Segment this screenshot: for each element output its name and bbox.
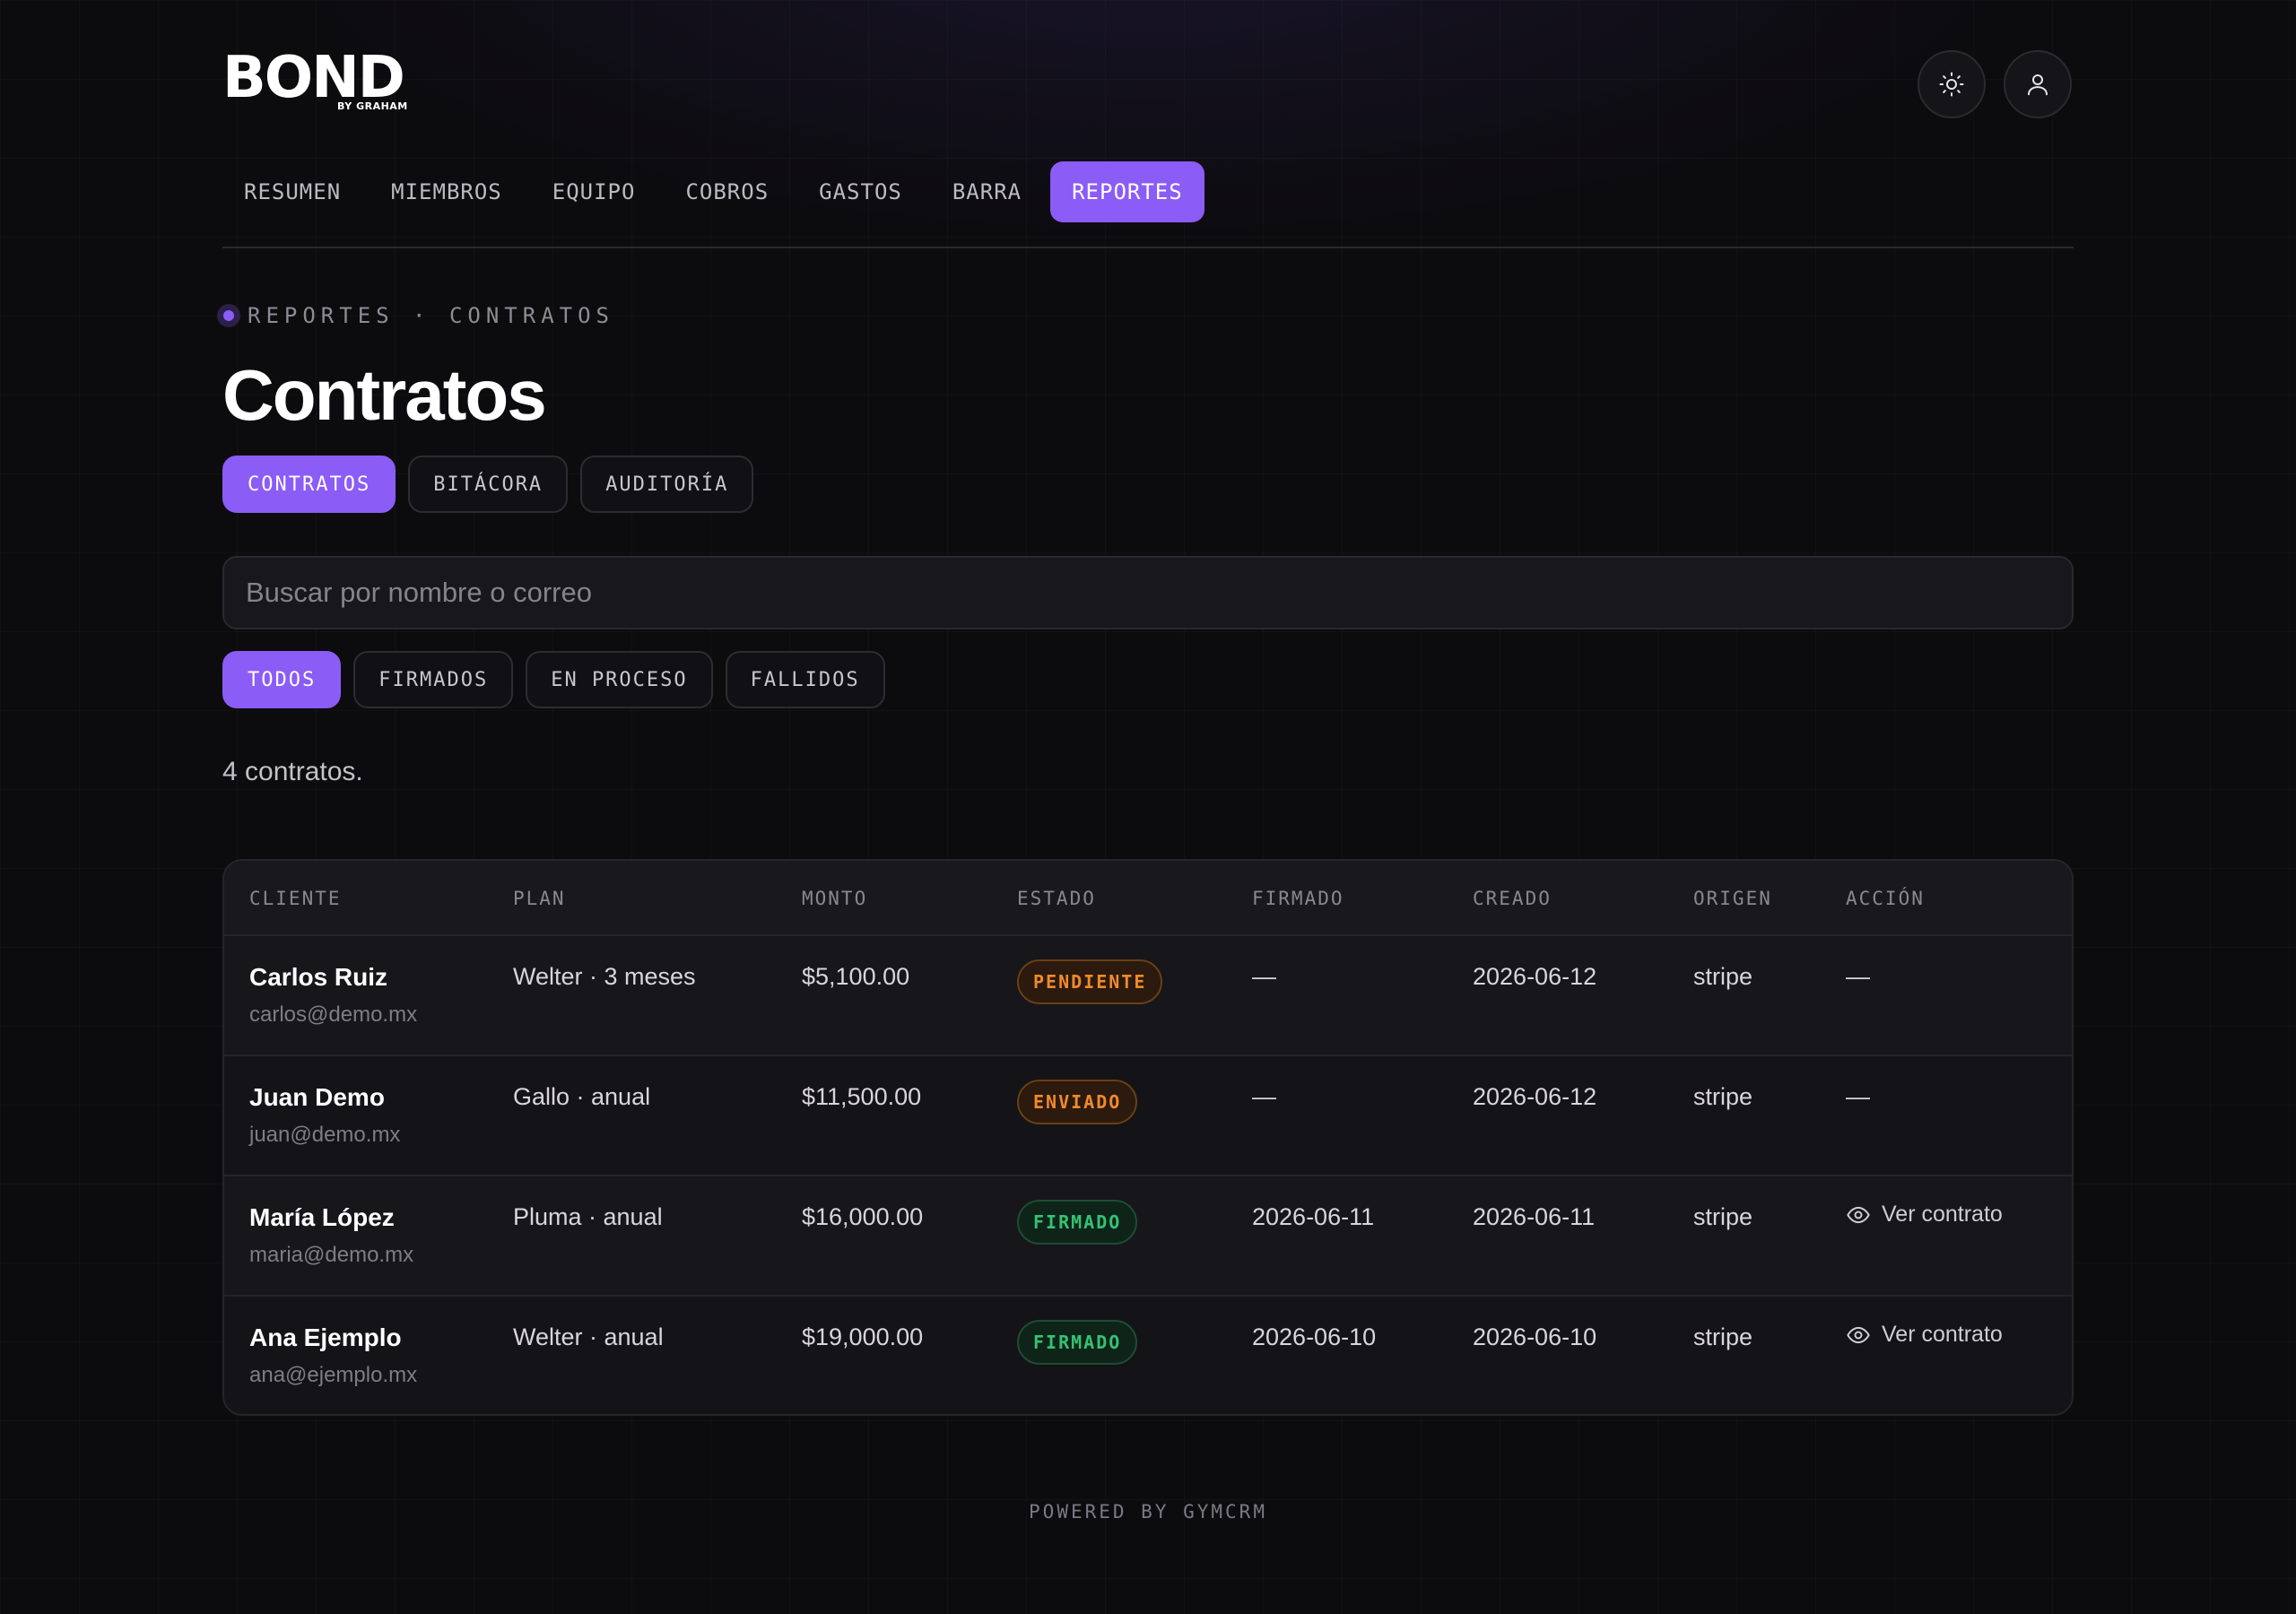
created-date-cell: 2026-06-11 [1473,1203,1596,1230]
report-tabs: CONTRATOS BITÁCORA AUDITORÍA [222,456,754,513]
created-date-cell: 2026-06-12 [1473,1083,1597,1110]
nav-item-barra[interactable]: BARRA [931,161,1043,222]
column-header-origen[interactable]: ORIGEN [1693,861,1772,936]
amount-cell: $16,000.00 [802,1203,924,1230]
nav-item-equipo[interactable]: EQUIPO [531,161,657,222]
filter-firmados[interactable]: FIRMADOS [353,651,514,708]
amount-cell: $19,000.00 [802,1323,924,1350]
column-header-creado[interactable]: CREADO [1473,861,1552,936]
signed-date-cell: — [1252,963,1276,990]
view-contract-link[interactable]: Ver contrato [1846,1322,2003,1348]
plan-cell: Pluma · anual [513,1203,663,1230]
table-row[interactable]: Juan Demo juan@demo.mx Gallo · anual $11… [224,1056,2072,1176]
table-row[interactable]: María López maria@demo.mx Pluma · anual … [224,1176,2072,1297]
column-header-monto[interactable]: MONTO [802,861,867,936]
client-name: María López [249,1203,395,1231]
table-body: Carlos Ruiz carlos@demo.mx Welter · 3 me… [224,936,2072,1414]
created-date-cell: 2026-06-10 [1473,1323,1597,1350]
column-header-accion[interactable]: ACCIÓN [1846,861,1925,936]
view-contract-label: Ver contrato [1882,1202,2003,1227]
eye-icon [1847,1326,1870,1343]
filter-todos[interactable]: TODOS [222,651,342,708]
amount-cell: $11,500.00 [802,1083,922,1110]
client-email: maria@demo.mx [249,1243,414,1267]
nav-item-cobros[interactable]: COBROS [664,161,790,222]
page-title: Contratos [222,355,547,435]
header: BOND BY GRAHAM [222,0,2074,161]
breadcrumb-dot-icon [217,304,240,327]
client-email: carlos@demo.mx [249,1002,418,1027]
nav-item-resumen[interactable]: RESUMEN [222,161,362,222]
search-box [222,556,2074,629]
column-header-firmado[interactable]: FIRMADO [1252,861,1344,936]
amount-cell: $5,100.00 [802,963,910,990]
column-header-estado[interactable]: ESTADO [1017,861,1096,936]
origin-cell: stripe [1693,1083,1753,1110]
tab-contratos[interactable]: CONTRATOS [222,456,396,513]
search-input[interactable] [246,577,2050,609]
tab-bitacora[interactable]: BITÁCORA [408,456,569,513]
client-email: ana@ejemplo.mx [249,1363,418,1387]
plan-cell: Welter · 3 meses [513,963,696,990]
signed-date-cell: — [1252,1083,1276,1110]
nav-item-gastos[interactable]: GASTOS [797,161,924,222]
user-icon [2028,74,2048,96]
nav-item-miembros[interactable]: MIEMBROS [370,161,524,222]
nav-item-reportes[interactable]: REPORTES [1050,161,1205,222]
origin-cell: stripe [1693,963,1753,990]
tab-auditoria[interactable]: AUDITORÍA [580,456,754,513]
contracts-count: 4 contratos. [222,757,363,786]
client-name: Ana Ejemplo [249,1323,402,1351]
filter-en-proceso[interactable]: EN PROCESO [526,651,713,708]
client-name: Juan Demo [249,1083,385,1111]
table-row[interactable]: Carlos Ruiz carlos@demo.mx Welter · 3 me… [224,936,2072,1056]
eye-icon [1847,1206,1870,1223]
status-filters: TODOS FIRMADOS EN PROCESO FALLIDOS [222,651,885,708]
table-header: CLIENTE PLAN MONTO ESTADO FIRMADO CREADO… [224,861,2072,936]
column-header-cliente[interactable]: CLIENTE [249,861,342,936]
breadcrumb: REPORTES · CONTRATOS [217,303,614,328]
contracts-table: CLIENTE PLAN MONTO ESTADO FIRMADO CREADO… [222,859,2074,1416]
brand-subtitle: BY GRAHAM [337,100,408,112]
client-name: Carlos Ruiz [249,963,388,991]
action-cell: — [1846,963,1870,990]
status-badge: FIRMADO [1017,1200,1138,1245]
created-date-cell: 2026-06-12 [1473,963,1597,990]
theme-toggle-button[interactable] [1918,50,1986,118]
signed-date-cell: 2026-06-10 [1252,1323,1377,1350]
filter-fallidos[interactable]: FALLIDOS [725,651,885,708]
table-row[interactable]: Ana Ejemplo ana@ejemplo.mx Welter · anua… [224,1297,2072,1414]
plan-cell: Gallo · anual [513,1083,651,1110]
origin-cell: stripe [1693,1323,1753,1350]
status-badge: PENDIENTE [1017,959,1163,1004]
plan-cell: Welter · anual [513,1323,664,1350]
view-contract-label: Ver contrato [1882,1322,2003,1347]
signed-date-cell: 2026-06-11 [1252,1203,1375,1230]
main-nav: RESUMEN MIEMBROS EQUIPO COBROS GASTOS BA… [222,161,1205,222]
status-badge: ENVIADO [1017,1080,1138,1124]
nav-divider [222,247,2074,248]
app-container: BOND BY GRAHAM RESUMEN MIEMBROS EQUIPO C… [217,0,2074,1523]
profile-button[interactable] [2004,50,2072,118]
client-email: juan@demo.mx [249,1123,401,1147]
action-cell: — [1846,1083,1870,1110]
sun-icon [1939,72,1964,97]
origin-cell: stripe [1693,1203,1753,1230]
breadcrumb-text: REPORTES · CONTRATOS [248,303,614,328]
column-header-plan[interactable]: PLAN [513,861,566,936]
status-badge: FIRMADO [1017,1320,1138,1365]
view-contract-link[interactable]: Ver contrato [1846,1202,2003,1228]
brand-logo[interactable]: BOND BY GRAHAM [222,45,416,113]
footer-credit: POWERED BY GYMCRM [1029,1501,1267,1523]
